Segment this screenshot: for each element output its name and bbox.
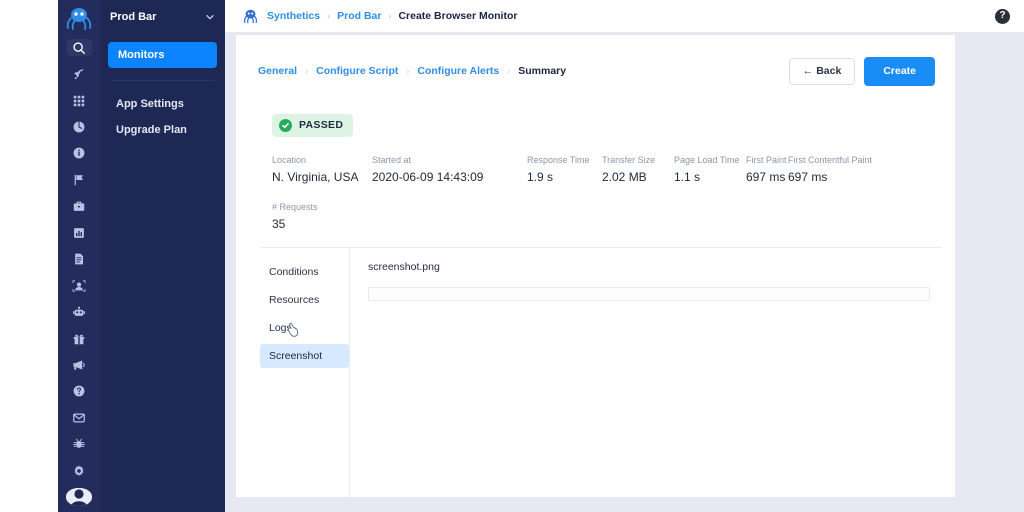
globe-icon[interactable] [66,118,92,135]
envelope-icon[interactable] [66,409,92,426]
metric-label: Started at [372,154,412,165]
org-switcher[interactable]: Prod Bar [100,0,225,34]
chart-bar-icon[interactable] [66,224,92,241]
rocket-icon[interactable] [66,65,92,82]
megaphone-icon[interactable] [66,356,92,373]
synthetics-logo-icon [241,7,259,25]
metric-first-contentful-paint: First Contentful Paint 697 ms [788,155,898,184]
tab-resources[interactable]: Resources [260,288,349,312]
user-avatar[interactable] [66,488,92,506]
search-icon[interactable] [66,39,92,57]
gear-icon[interactable] [66,462,92,479]
check-circle-icon [279,118,292,132]
step-summary: Summary [518,65,567,78]
detail-tab-list: Conditions Resources Logs Screenshot [260,248,350,497]
step-configure-alerts[interactable]: Configure Alerts [417,65,499,77]
metric-location: Location N. Virginia, USA [272,155,372,184]
step-separator: › [305,66,309,77]
tab-screenshot[interactable]: Screenshot [260,344,349,368]
metric-value: N. Virginia, USA [272,169,359,184]
sidebar-item-monitors[interactable]: Monitors [108,42,217,68]
metric-started-at: Started at 2020-06-09 14:43:09 [372,155,527,184]
metric-page-load-time: Page Load Time 1.1 s [674,155,746,184]
metric-value: 697 ms [746,169,786,184]
sidebar-item-upgrade-plan[interactable]: Upgrade Plan [116,117,215,143]
metric-label: Transfer Size [602,154,656,165]
info-icon[interactable] [66,145,92,162]
metric-value: 697 ms [788,169,828,184]
wizard-header: General › Configure Script › Configure A… [236,35,955,86]
screenshot-image [368,287,930,301]
icon-rail [58,0,100,512]
metric-requests: # Requests 35 [272,202,318,231]
app-root: Prod Bar Monitors App Settings Upgrade P… [0,0,1024,512]
bug-icon[interactable] [66,436,92,453]
metric-label: First Paint [746,154,787,165]
nav-primary-group: Monitors [100,34,225,68]
tab-logs[interactable]: Logs [260,316,349,340]
metric-value: 1.1 s [674,169,701,184]
main-card: General › Configure Script › Configure A… [236,35,955,497]
breadcrumb-separator: › [327,11,331,21]
metric-value: 35 [272,216,286,231]
screenshot-filename: screenshot.png [368,261,440,273]
back-button[interactable]: ← Back [788,58,856,85]
screenshot-pane: screenshot.png [350,248,955,497]
briefcase-icon[interactable] [66,198,92,215]
metric-first-paint: First Paint 697 ms [746,155,788,184]
top-bar: Synthetics › Prod Bar › Create Browser M… [225,0,1024,32]
step-general[interactable]: General [258,65,297,77]
breadcrumb-item-current: Create Browser Monitor [398,10,518,22]
chevron-down-icon[interactable] [205,12,215,22]
tab-conditions[interactable]: Conditions [260,260,349,284]
requests-row: # Requests 35 [272,202,955,231]
metric-label: Page Load Time [674,154,740,165]
step-separator: › [507,66,511,77]
status-label: PASSED [299,119,344,131]
breadcrumb-item-prod-bar[interactable]: Prod Bar [337,10,381,22]
nav-sidebar: Prod Bar Monitors App Settings Upgrade P… [100,0,225,512]
breadcrumb-separator: › [388,11,392,21]
metric-label: Response Time [527,154,590,165]
step-configure-script[interactable]: Configure Script [316,65,398,77]
wizard-steps: General › Configure Script › Configure A… [258,65,566,77]
metric-label: # Requests [272,201,318,212]
step-separator: › [406,66,410,77]
create-button[interactable]: Create [864,57,935,86]
metric-value: 2.02 MB [602,169,647,184]
metric-label: Location [272,154,307,165]
breadcrumb: Synthetics › Prod Bar › Create Browser M… [267,10,517,22]
nav-secondary-group: App Settings Upgrade Plan [100,81,225,143]
robot-icon[interactable] [66,303,92,320]
octopus-logo-icon[interactable] [62,6,96,30]
gift-icon[interactable] [66,330,92,347]
document-icon[interactable] [66,251,92,268]
grid-apps-icon[interactable] [66,92,92,109]
breadcrumb-item-synthetics[interactable]: Synthetics [267,10,320,22]
help-circle-icon[interactable] [66,383,92,400]
help-icon[interactable]: ? [995,8,1010,24]
metric-label: First Contentful Paint [788,154,873,165]
flag-icon[interactable] [66,171,92,188]
metric-value: 2020-06-09 14:43:09 [372,169,484,184]
users-icon[interactable] [66,277,92,294]
metric-value: 1.9 s [527,169,554,184]
metrics-row: Location N. Virginia, USA Started at 202… [272,155,955,184]
metric-transfer-size: Transfer Size 2.02 MB [602,155,674,184]
metric-response-time: Response Time 1.9 s [527,155,602,184]
result-summary: PASSED Location N. Virginia, USA Started… [236,86,955,231]
status-badge: PASSED [272,113,354,137]
sidebar-item-app-settings[interactable]: App Settings [116,91,215,117]
detail-section: Conditions Resources Logs Screenshot scr… [260,248,955,497]
org-name: Prod Bar [110,11,157,23]
